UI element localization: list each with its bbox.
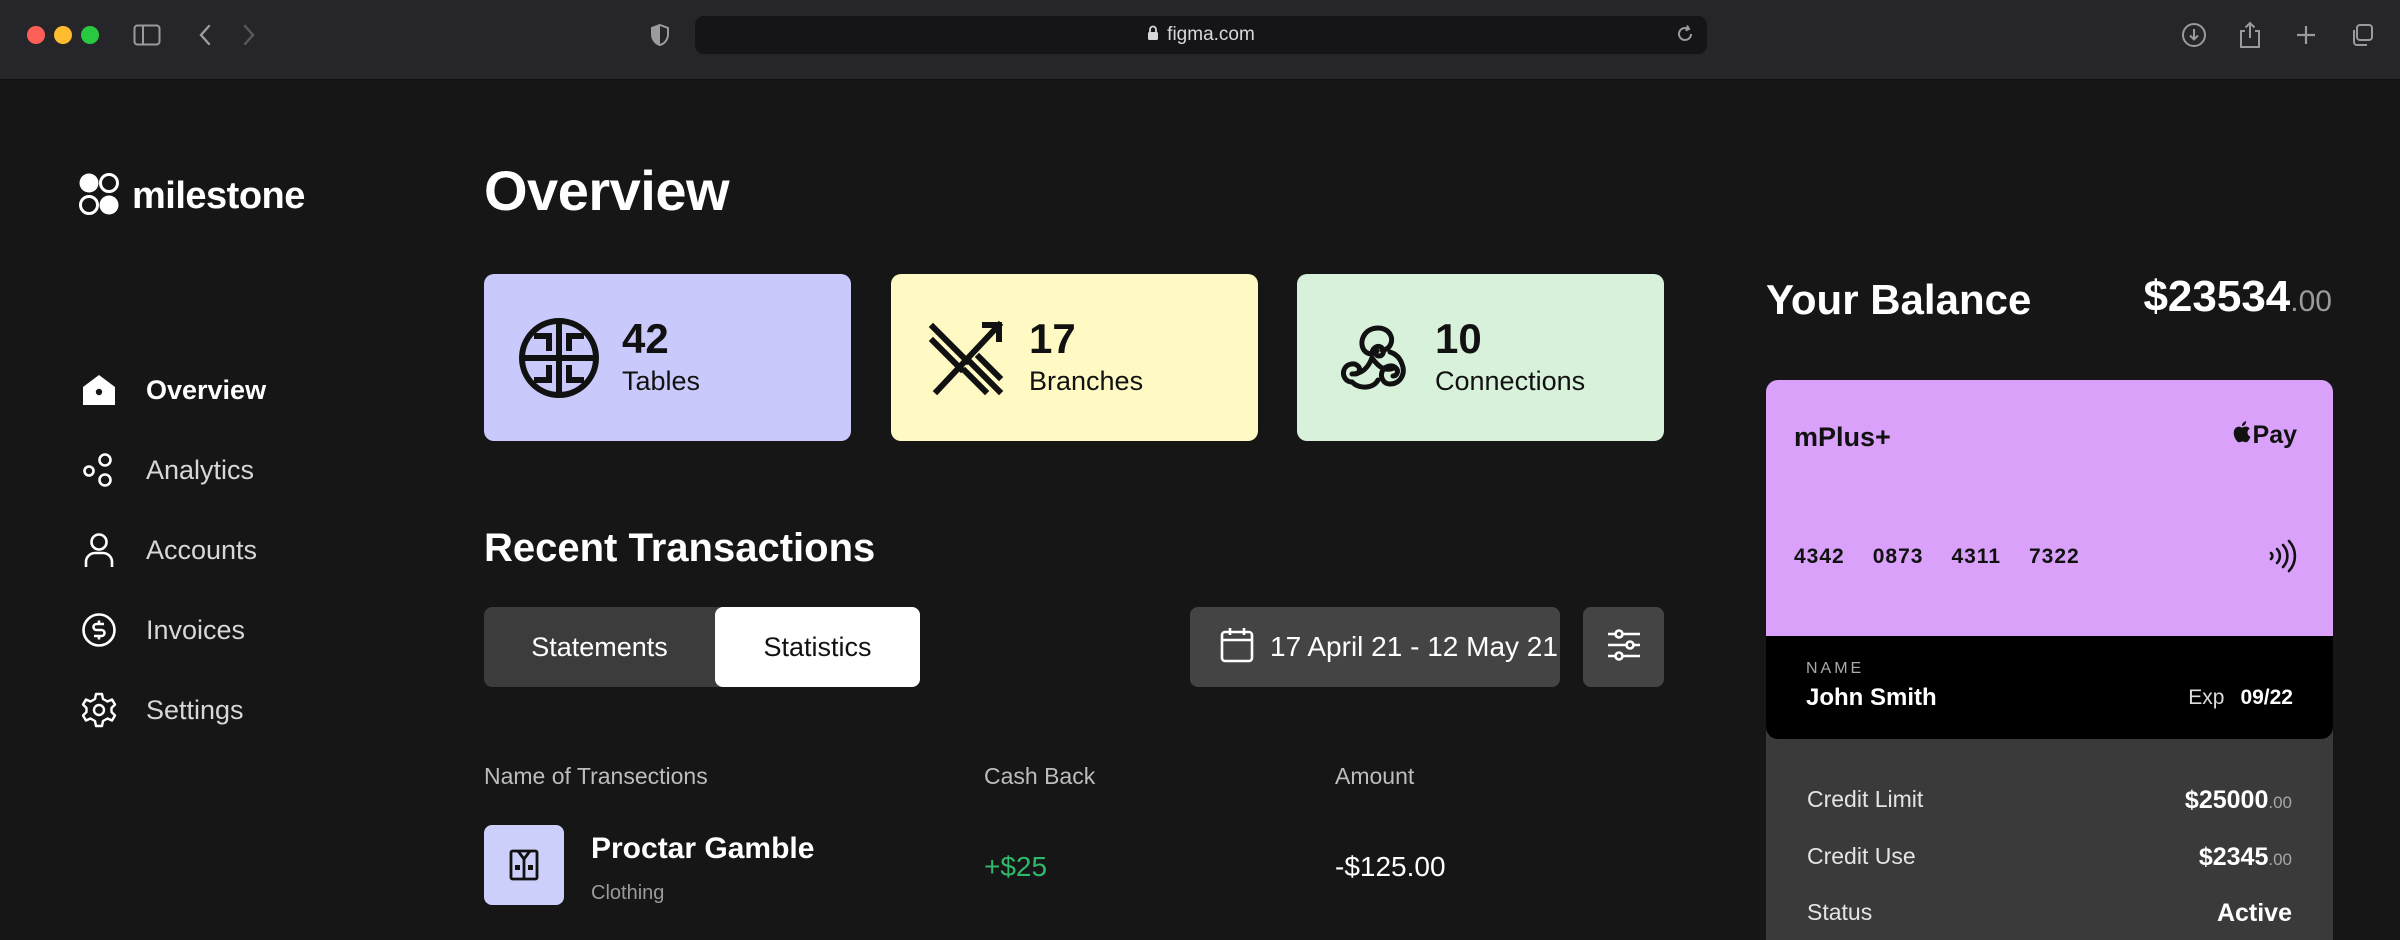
card-expiry: Exp 09/22 — [2188, 686, 2293, 710]
expiry-label: Exp — [2188, 686, 2225, 709]
detail-value: $2345.00 — [2199, 843, 2292, 872]
branches-icon — [925, 317, 1007, 399]
maximize-window-button[interactable] — [81, 26, 99, 44]
sidebar-toggle-icon[interactable] — [132, 20, 162, 50]
stat-label: Tables — [622, 365, 701, 396]
filter-button[interactable] — [1583, 607, 1664, 687]
analytics-icon — [80, 451, 118, 489]
card-number-group: 4311 — [1951, 545, 2001, 568]
sidebar-item-accounts[interactable]: Accounts — [80, 510, 266, 590]
share-icon[interactable] — [2236, 20, 2264, 50]
sliders-icon — [1606, 628, 1642, 667]
browser-toolbar: figma.com — [0, 0, 2400, 80]
home-icon — [80, 371, 118, 409]
status-row: Status Active — [1807, 899, 2292, 928]
balance-amount: $23534.00 — [2143, 272, 2332, 322]
column-header-name[interactable]: Name of Transections — [484, 763, 708, 790]
detail-label: Status — [1807, 899, 1873, 925]
address-bar[interactable]: figma.com — [695, 16, 1707, 54]
lock-icon — [1147, 25, 1159, 46]
sidebar-nav: Overview Analytics Accounts Invoices Set… — [80, 350, 266, 750]
tab-overview-icon[interactable] — [2348, 20, 2376, 50]
transaction-amount: -$125.00 — [1335, 851, 1446, 882]
download-icon[interactable] — [2180, 20, 2208, 50]
brand-logo[interactable]: milestone — [78, 172, 305, 221]
balance-value: $23534 — [2143, 272, 2291, 321]
transaction-cashback: +$25 — [984, 851, 1048, 882]
section-title: Recent Transactions — [484, 526, 876, 570]
credit-use-row: Credit Use $2345.00 — [1807, 843, 2292, 872]
stat-value: 42 — [622, 314, 669, 362]
tab-statements[interactable]: Statements — [484, 607, 715, 687]
column-header-amount[interactable]: Amount — [1335, 763, 1414, 790]
detail-value: $25000.00 — [2185, 786, 2292, 815]
close-window-button[interactable] — [27, 26, 45, 44]
transaction-name: Proctar Gamble — [591, 832, 815, 865]
tab-statistics[interactable]: Statistics — [715, 607, 920, 687]
card-number-group: 0873 — [1872, 545, 1924, 568]
sidebar-item-invoices[interactable]: Invoices — [80, 590, 266, 670]
clothing-icon — [484, 825, 564, 905]
status-badge: Active — [2216, 899, 2292, 927]
balance-title: Your Balance — [1766, 276, 2032, 323]
tables-icon — [518, 317, 600, 399]
new-tab-icon[interactable] — [2292, 20, 2320, 50]
connections-icon — [1331, 317, 1413, 399]
brand-name: milestone — [132, 175, 305, 217]
sidebar-item-overview[interactable]: Overview — [80, 350, 266, 430]
sidebar-item-label: Analytics — [146, 454, 255, 485]
card-brand: mPlus+ — [1794, 422, 1891, 452]
sidebar-item-label: Accounts — [146, 534, 258, 565]
detail-amount: $25000 — [2184, 786, 2269, 814]
dollar-circle-icon — [80, 611, 118, 649]
transaction-tabs: Statements Statistics — [484, 607, 920, 687]
stat-label: Connections — [1435, 365, 1586, 396]
milestone-logo-icon — [78, 172, 120, 221]
balance-cents: .00 — [2290, 285, 2332, 318]
card-number-group: 7322 — [2029, 545, 2080, 568]
stat-card-branches[interactable]: 17 Branches — [891, 274, 1258, 441]
reload-icon[interactable] — [1675, 24, 1695, 49]
apple-icon — [2233, 420, 2253, 451]
sidebar-item-analytics[interactable]: Analytics — [80, 430, 266, 510]
privacy-shield-icon[interactable] — [648, 20, 672, 50]
stat-value: 17 — [1029, 314, 1076, 362]
detail-label: Credit Use — [1807, 843, 1916, 869]
date-range-picker[interactable]: 17 April 21 - 12 May 21 — [1190, 607, 1560, 687]
sidebar-item-label: Overview — [146, 374, 267, 405]
date-range-text: 17 April 21 - 12 May 21 — [1270, 631, 1558, 662]
name-label: NAME — [1806, 660, 1865, 677]
detail-cents: .00 — [2268, 850, 2292, 869]
page-title: Overview — [484, 159, 730, 222]
pay-label: Pay — [2252, 421, 2297, 449]
column-header-cashback[interactable]: Cash Back — [984, 763, 1095, 790]
credit-limit-row: Credit Limit $25000.00 — [1807, 786, 2292, 815]
forward-icon[interactable] — [238, 20, 260, 50]
expiry-value: 09/22 — [2240, 686, 2293, 709]
detail-amount: $2345 — [2198, 843, 2269, 871]
stat-card-tables[interactable]: 42 Tables — [484, 274, 851, 441]
contactless-icon — [2267, 538, 2297, 579]
sidebar-item-settings[interactable]: Settings — [80, 670, 266, 750]
back-icon[interactable] — [194, 20, 216, 50]
credit-card[interactable]: mPlus+ Pay 4342 0873 4311 7322 — [1766, 380, 2333, 638]
stat-card-connections[interactable]: 10 Connections — [1297, 274, 1664, 441]
card-holder-name: John Smith — [1806, 684, 1937, 711]
stat-label: Branches — [1029, 365, 1144, 396]
apple-pay-badge: Pay — [2233, 420, 2297, 451]
gear-icon — [80, 691, 118, 729]
card-number: 4342 0873 4311 7322 — [1794, 545, 2108, 569]
sidebar-item-label: Invoices — [146, 614, 246, 645]
transaction-category: Clothing — [591, 882, 665, 904]
minimize-window-button[interactable] — [54, 26, 72, 44]
detail-cents: .00 — [2268, 793, 2292, 812]
url-text: figma.com — [1167, 24, 1255, 45]
sidebar-item-label: Settings — [146, 694, 244, 725]
calendar-icon — [1220, 627, 1254, 668]
detail-label: Credit Limit — [1807, 786, 1924, 812]
stat-value: 10 — [1435, 314, 1482, 362]
card-number-group: 4342 — [1794, 545, 1845, 568]
user-icon — [80, 531, 118, 569]
card-holder-strip: NAME John Smith Exp 09/22 — [1766, 636, 2333, 739]
